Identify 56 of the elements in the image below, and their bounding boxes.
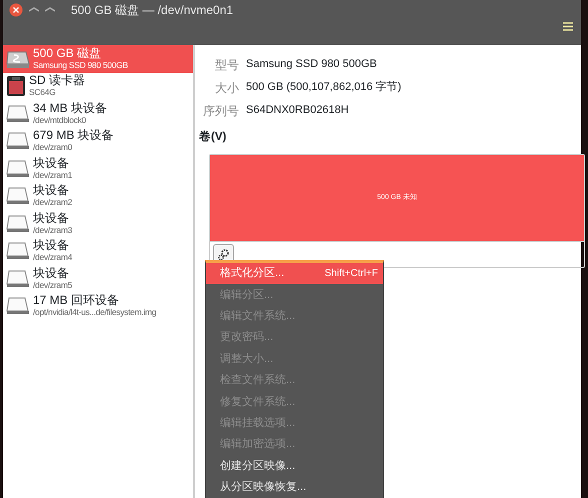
device-name: 块设备 xyxy=(33,184,70,198)
minimize-icon[interactable] xyxy=(29,7,39,12)
gear-icon xyxy=(217,248,230,262)
device-name: 679 MB 块设备 xyxy=(33,129,114,142)
device-name: 17 MB 回环设备 xyxy=(33,294,120,308)
field-label: 序列号 xyxy=(202,102,239,120)
device-item[interactable]: 34 MB 块设备 /dev/mtdblock0 xyxy=(3,100,193,128)
device-path: /dev/zram3 xyxy=(33,224,72,236)
device-path: /dev/zram2 xyxy=(33,197,72,208)
field-value: 500 GB (500,107,862,016 字节) xyxy=(246,80,402,96)
maximize-icon[interactable] xyxy=(45,7,55,12)
menu-item[interactable]: 从分区映像恢复... xyxy=(206,476,383,498)
field-value: Samsung SSD 980 500GB xyxy=(246,57,377,72)
device-item[interactable]: 17 MB 回环设备 /opt/nvidia/l4t-us...de/filesystem.img xyxy=(3,292,193,320)
drive-icon xyxy=(6,187,30,206)
drive-icon xyxy=(6,297,30,316)
device-name: 块设备 xyxy=(33,239,70,252)
device-item[interactable]: 500 GB 磁盘 Samsung SSD 980 500GB xyxy=(3,45,193,72)
device-path: /dev/mtdblock0 xyxy=(33,114,87,126)
device-name: 34 MB 块设备 xyxy=(33,102,108,115)
drive-icon xyxy=(6,214,30,233)
device-path: SC64G xyxy=(29,87,56,98)
menu-item[interactable]: 创建分区映像... xyxy=(206,456,383,477)
window-title: 500 GB 磁盘 — /dev/nvme0n1 xyxy=(71,2,234,18)
drive-icon xyxy=(6,132,30,150)
field-label: 型号 xyxy=(214,56,239,74)
device-path: /dev/zram4 xyxy=(33,252,72,264)
device-item[interactable]: 块设备 /dev/zram2 xyxy=(3,182,193,210)
drive-icon xyxy=(6,48,30,69)
device-name: 块设备 xyxy=(33,212,70,225)
menu-item[interactable]: 格式化分区... Shift+Ctrl+F xyxy=(206,263,383,284)
drive-icon xyxy=(6,242,30,260)
field-value: S64DNX0RB02618H xyxy=(246,103,349,118)
device-item[interactable]: 块设备 /dev/zram1 xyxy=(3,155,193,182)
device-name: SD 读卡器 xyxy=(29,74,86,88)
device-path: /dev/zram0 xyxy=(33,142,74,154)
device-item[interactable]: 块设备 /dev/zram4 xyxy=(3,238,193,265)
close-icon[interactable] xyxy=(9,2,23,16)
device-item[interactable]: 679 MB 块设备 /dev/zram0 xyxy=(3,128,193,155)
device-name: 块设备 xyxy=(33,266,70,280)
sd-card-icon xyxy=(6,76,26,96)
device-name: 块设备 xyxy=(33,156,70,170)
drive-icon xyxy=(6,270,30,288)
drive-icon xyxy=(6,104,30,123)
device-path: /opt/nvidia/l4t-us...de/filesystem.img xyxy=(33,307,156,318)
field-label: 大小 xyxy=(214,80,239,96)
device-item[interactable]: 块设备 /dev/zram3 xyxy=(3,210,193,238)
section-heading: 卷(V) xyxy=(199,130,228,145)
menu-icon[interactable] xyxy=(563,22,573,31)
device-path: /dev/zram5 xyxy=(33,280,72,291)
device-item[interactable]: SD 读卡器 SC64G xyxy=(3,72,193,100)
device-path: /dev/zram1 xyxy=(33,170,72,181)
device-name: 500 GB 磁盘 xyxy=(33,46,102,60)
device-path: Samsung SSD 980 500GB xyxy=(33,60,128,71)
drive-icon xyxy=(6,160,30,178)
device-item[interactable]: 块设备 /dev/zram5 xyxy=(3,265,193,292)
